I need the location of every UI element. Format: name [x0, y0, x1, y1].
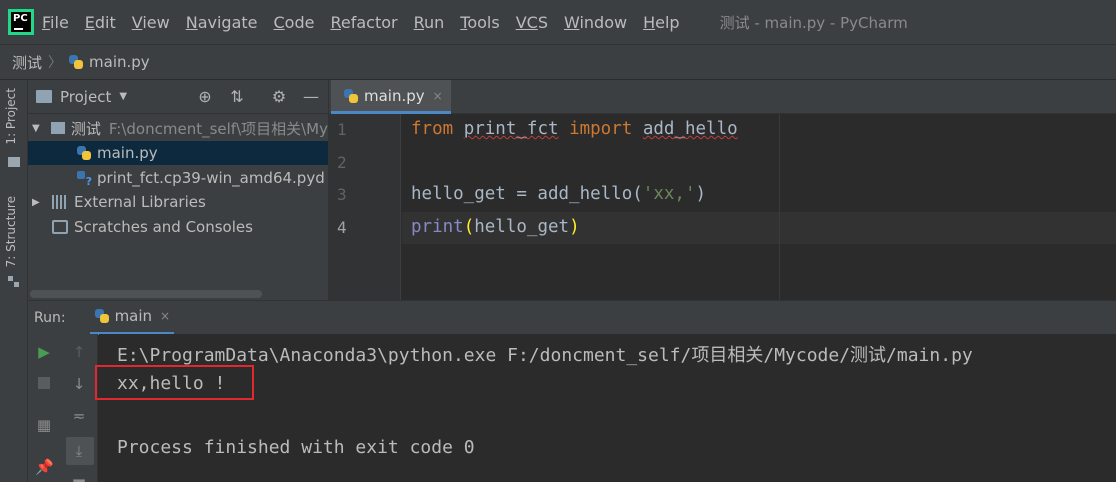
minimize-icon[interactable]: —	[302, 88, 320, 106]
editor-gutter: 1 2 3 4	[329, 114, 401, 300]
annotation-highlight-box	[95, 365, 254, 400]
gear-icon[interactable]: ⚙	[270, 88, 288, 106]
close-icon[interactable]: ×	[433, 89, 443, 103]
code-line-1[interactable]: from print_fct import add_hello	[411, 119, 738, 139]
stop-icon[interactable]	[35, 375, 53, 393]
pycharm-logo-icon: PC	[8, 9, 34, 35]
folder-icon	[8, 157, 20, 167]
run-label: Run:	[34, 309, 66, 326]
menu-help[interactable]: Help	[643, 13, 679, 32]
breadcrumb-file[interactable]: main.py	[68, 53, 150, 71]
project-panel-header: Project ▼ ⊕ ⇅ ⚙ —	[28, 80, 328, 114]
horizontal-scrollbar[interactable]	[30, 290, 262, 298]
arrow-up-icon[interactable]: ↑	[70, 343, 88, 361]
run-tab-main[interactable]: main ×	[89, 301, 175, 335]
line-number: 2	[337, 153, 347, 172]
code-line-3[interactable]: hello_get = add_hello('xx,')	[411, 184, 706, 204]
python-file-icon	[68, 54, 84, 70]
soft-wrap-icon[interactable]: ≂	[70, 407, 88, 425]
folder-icon	[50, 122, 65, 134]
close-icon[interactable]: ×	[160, 309, 170, 323]
menu-edit[interactable]: Edit	[85, 13, 116, 32]
pin-icon[interactable]: 📌	[35, 458, 54, 476]
structure-tool-tab[interactable]: 7: Structure	[4, 196, 18, 267]
menu-bar: PC File Edit View Navigate Code Refactor…	[0, 0, 1116, 44]
editor-tab-bar: main.py ×	[329, 80, 1116, 114]
print-icon[interactable]: ▬	[70, 472, 88, 482]
menu-run[interactable]: Run	[414, 13, 445, 32]
python-file-icon	[76, 145, 92, 161]
scratches-icon	[52, 220, 68, 234]
arrow-down-icon[interactable]: ↓	[70, 375, 88, 393]
scroll-to-end-icon[interactable]: ⤓	[70, 442, 88, 460]
chevron-right-icon: 〉	[48, 55, 63, 71]
run-toolbar-primary: ▶ ▦ 📌	[28, 334, 60, 482]
unknown-file-icon	[76, 170, 92, 188]
menu-refactor[interactable]: Refactor	[330, 13, 397, 32]
python-file-icon	[94, 308, 110, 324]
folder-icon	[36, 90, 52, 103]
tree-external-libraries[interactable]: ▶ External Libraries	[28, 190, 328, 214]
code-editor[interactable]: from print_fct import add_hello hello_ge…	[402, 114, 1116, 300]
chevron-right-icon[interactable]: ▶	[32, 197, 44, 208]
tree-file-pyd[interactable]: print_fct.cp39-win_amd64.pyd	[28, 166, 328, 190]
project-tool-tab[interactable]: 1: Project	[4, 88, 18, 145]
tree-root-folder[interactable]: ▼ 测试 F:\doncment_self\项目相关\My	[28, 116, 328, 140]
play-icon[interactable]: ▶	[35, 343, 53, 361]
tree-scratches[interactable]: Scratches and Consoles	[28, 215, 328, 239]
left-tool-strip: 1: Project 7: Structure	[0, 80, 28, 482]
breadcrumb-project[interactable]: 测试	[12, 52, 42, 73]
run-toolbar-secondary: ↑ ↓ ≂ ⤓ ▬	[60, 334, 98, 482]
library-icon	[52, 195, 68, 209]
menu-vcs[interactable]: VCS	[516, 13, 548, 32]
right-margin-guide	[779, 114, 780, 300]
structure-icon	[8, 276, 20, 288]
console-command-line: E:\ProgramData\Anaconda3\python.exe F:/d…	[117, 345, 973, 366]
collapse-icon[interactable]: ⇅	[228, 88, 246, 106]
project-panel: Project ▼ ⊕ ⇅ ⚙ — ▼ 测试 F:\doncment_self\…	[28, 80, 329, 300]
chevron-down-icon[interactable]: ▼	[32, 123, 43, 134]
menu-code[interactable]: Code	[274, 13, 315, 32]
console-exit-line: Process finished with exit code 0	[117, 437, 475, 458]
menu-tools[interactable]: Tools	[460, 13, 499, 32]
line-number: 4	[337, 218, 347, 237]
python-file-icon	[343, 88, 359, 104]
tab-main-py[interactable]: main.py ×	[331, 80, 451, 114]
locate-icon[interactable]: ⊕	[196, 88, 214, 106]
run-panel-header: Run: main ×	[28, 300, 1116, 335]
menu-navigate[interactable]: Navigate	[186, 13, 258, 32]
line-number: 1	[337, 120, 347, 139]
layout-icon[interactable]: ▦	[35, 416, 53, 434]
code-line-4[interactable]: print(hello_get)	[411, 217, 580, 237]
menu-file[interactable]: File	[42, 13, 69, 32]
chevron-down-icon[interactable]: ▼	[119, 91, 127, 102]
menu-view[interactable]: View	[132, 13, 170, 32]
window-title: 测试 - main.py - PyCharm	[719, 13, 908, 32]
menu-window[interactable]: Window	[564, 13, 627, 32]
line-number: 3	[337, 185, 347, 204]
breadcrumb: 测试 〉 main.py	[0, 44, 1116, 80]
run-console[interactable]: E:\ProgramData\Anaconda3\python.exe F:/d…	[99, 334, 1116, 482]
project-view-selector[interactable]: Project	[60, 88, 111, 106]
tree-file-main[interactable]: main.py	[28, 141, 328, 165]
